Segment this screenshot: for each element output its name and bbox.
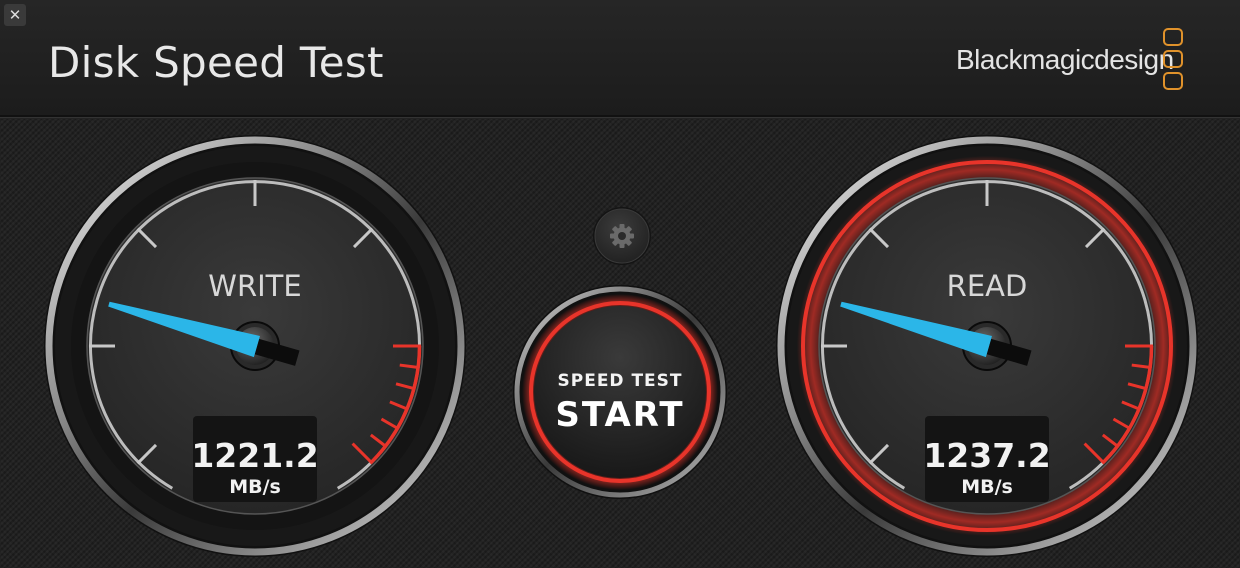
start-button[interactable]: SPEED TEST START xyxy=(512,284,728,500)
close-button[interactable]: ✕ xyxy=(4,4,26,26)
brand-logo-icon xyxy=(1162,28,1184,94)
start-button-line2: START xyxy=(555,395,684,435)
read-speed-value: 1237.2 xyxy=(923,436,1050,475)
write-speed-value: 1221.2 xyxy=(191,436,318,475)
main-panel: WRITE 1221.2 MB/s SPEED TEST START READ … xyxy=(0,119,1240,568)
read-gauge: READ 1237.2 MB/s xyxy=(776,135,1198,557)
disk-speed-test-window: ✕ Disk Speed Test Blackmagicdesign WRITE… xyxy=(0,0,1240,568)
gear-icon xyxy=(610,224,634,248)
read-speed-unit: MB/s xyxy=(961,476,1013,498)
write-gauge-label: WRITE xyxy=(208,269,301,303)
start-button-line1: SPEED TEST xyxy=(557,371,682,391)
settings-button[interactable] xyxy=(592,206,652,266)
read-gauge-label: READ xyxy=(947,269,1028,303)
brand-name: Blackmagicdesign xyxy=(956,44,1174,75)
write-speed-unit: MB/s xyxy=(229,476,281,498)
app-title: Disk Speed Test xyxy=(48,38,384,87)
write-gauge: WRITE 1221.2 MB/s xyxy=(44,135,466,557)
title-bar: ✕ Disk Speed Test Blackmagicdesign xyxy=(0,0,1240,118)
